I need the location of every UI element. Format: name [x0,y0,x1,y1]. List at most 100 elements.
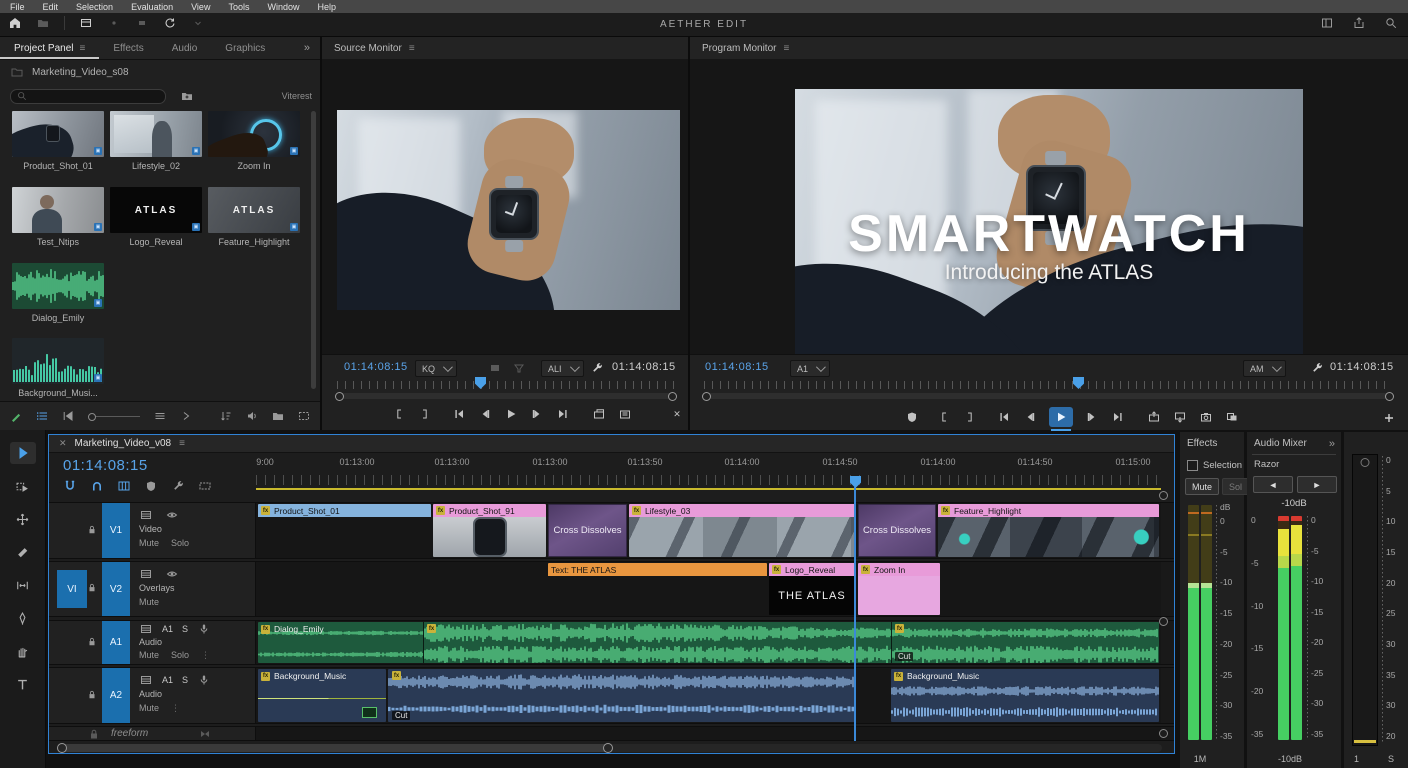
program-resolution-select[interactable]: AM [1243,360,1286,377]
search-icon[interactable] [1384,16,1398,30]
project-item[interactable]: ▣Dialog_Emily [12,263,104,323]
source-zoom-select[interactable]: KQ [415,360,457,377]
tab-menu-icon[interactable]: ≡ [79,43,85,54]
extract-icon[interactable] [1173,410,1187,424]
project-item[interactable]: ▣Background_Musi... [12,338,104,398]
solo-channel-label[interactable]: S [182,673,188,687]
mark-in-icon[interactable] [392,407,406,421]
scroll-handle[interactable] [1159,729,1168,738]
timeline-playhead[interactable] [850,476,861,488]
menu-item-file[interactable]: File [10,2,25,12]
more-options-icon[interactable]: ⋮ [201,649,210,662]
track-targeting-icon[interactable] [117,479,131,493]
type-tool[interactable] [10,673,36,695]
hand-tool[interactable] [10,640,36,662]
track-a2-badge[interactable]: A2 [102,668,130,723]
tab-audio[interactable]: Audio [158,37,212,59]
close-small-icon[interactable]: ✕ [670,407,684,421]
voiceover-mic-icon[interactable] [197,622,211,636]
menu-item-help[interactable]: Help [317,2,336,12]
snap-magnet-icon[interactable] [63,479,77,493]
track-a1-content[interactable]: fxDialog_EmilyfxfxCut [256,621,1161,664]
video-clip[interactable]: fxFeature_Highlight [938,504,1159,557]
menu-item-edit[interactable]: Edit [43,2,59,12]
list-view-icon[interactable] [36,409,48,423]
audio-clip[interactable]: fxCut [388,669,856,722]
project-item-thumbnail[interactable]: ▣ [12,263,104,309]
transition-clip[interactable]: Cross Dissolves [858,504,936,557]
timeline-hscroll-thumb[interactable] [59,744,611,752]
safe-margins-icon[interactable] [905,410,919,424]
more-options-icon[interactable]: ⋮ [171,701,180,715]
timeline-display-settings-icon[interactable] [198,479,212,493]
mark-in-icon[interactable] [937,410,951,424]
timeline-ruler-ticks[interactable] [256,475,1161,485]
play-button[interactable] [1049,407,1073,427]
transition-clip[interactable]: Cross Dissolves [548,504,627,557]
panel-menu-icon[interactable]: ≡ [783,43,789,54]
track-a1-header[interactable]: A1 A1 S Audio MuteSolo⋮ [49,621,256,664]
audio-clip[interactable]: fxBackground_Music [891,669,1159,722]
comparison-view-icon[interactable] [1225,410,1239,424]
project-item-thumbnail[interactable]: ▣ [208,111,300,157]
go-to-out-icon[interactable] [556,407,570,421]
track-v1-content[interactable]: fxProduct_Shot_01fxProduct_Shot_91Cross … [256,503,1161,558]
pen-tool[interactable] [10,607,36,629]
lock-icon[interactable] [87,636,97,649]
closed-caption-icon[interactable] [488,361,502,375]
step-back-icon[interactable] [1023,410,1037,424]
workspace-icon[interactable] [1320,16,1334,30]
mute-button[interactable]: Mute [139,649,159,662]
overwrite-icon[interactable] [618,407,632,421]
solo-button[interactable]: Solo [171,536,189,550]
mute-button[interactable]: Mute [139,701,159,715]
track-v1-header[interactable]: V1 Video MuteSolo [49,503,256,558]
source-timecode[interactable]: 01:14:08:15 [344,361,408,373]
mark-out-icon[interactable] [418,407,432,421]
lock-icon[interactable] [87,727,101,741]
project-item-thumbnail[interactable]: ATLAS▣ [208,187,300,233]
pan-right-button[interactable]: ► [1297,476,1337,493]
export-frame-icon[interactable] [1199,410,1213,424]
track-v2-badge[interactable]: V2 [102,562,130,616]
timeline-view-icon[interactable] [139,673,153,687]
audio-clip[interactable]: fxDialog_EmilyfxfxCut [258,622,1159,663]
new-item-icon[interactable] [298,409,310,423]
mute-button[interactable]: Mute [1185,478,1219,495]
track-select-tool[interactable] [10,475,36,497]
project-item[interactable]: ▣Lifestyle_02 [110,111,202,171]
icon-view-icon[interactable] [62,409,74,423]
step-forward-icon[interactable] [530,407,544,421]
project-item[interactable]: ▣Test_Ntips [12,187,104,247]
source-patch-v2[interactable]: VI [57,570,87,608]
lift-icon[interactable] [1147,410,1161,424]
menu-item-window[interactable]: Window [267,2,299,12]
tab-effects[interactable]: Effects [99,37,157,59]
timeline-view-icon[interactable] [139,508,153,522]
tabs-overflow-icon[interactable]: » [304,42,310,54]
track-v1-badge[interactable]: V1 [102,503,130,558]
video-clip[interactable]: fxZoom In [858,563,940,615]
thumbnail-zoom-slider[interactable] [88,416,140,417]
video-clip[interactable]: fxProduct_Shot_01 [258,504,431,557]
menu-item-tools[interactable]: Tools [228,2,249,12]
video-clip[interactable]: fxLifestyle_03 [629,504,856,557]
menu-item-selection[interactable]: Selection [76,2,113,12]
tab-graphics[interactable]: Graphics [211,37,279,59]
selection-tool[interactable] [10,442,36,464]
edit-pen-icon[interactable] [10,409,22,423]
panel-menu-icon[interactable]: ≡ [179,438,185,449]
channel-label[interactable]: A1 [162,673,173,687]
settings-wrench-icon[interactable] [1310,361,1324,375]
track-visibility-eye-icon[interactable] [165,567,179,581]
linked-selection-icon[interactable] [90,479,104,493]
source-scrub-ruler[interactable] [337,381,675,389]
new-folder-icon[interactable] [272,409,284,423]
source-resolution-select[interactable]: ALI [541,360,584,377]
scroll-handle[interactable] [1159,617,1168,626]
settings-wrench-icon[interactable] [590,361,604,375]
track-v2-header[interactable]: VI V2 Overlays Mute [49,562,256,616]
video-clip[interactable]: fxProduct_Shot_91 [433,504,546,557]
mute-button[interactable]: Mute [139,595,159,609]
video-clip[interactable]: fxLogo_RevealTHE ATLAS [769,563,855,615]
